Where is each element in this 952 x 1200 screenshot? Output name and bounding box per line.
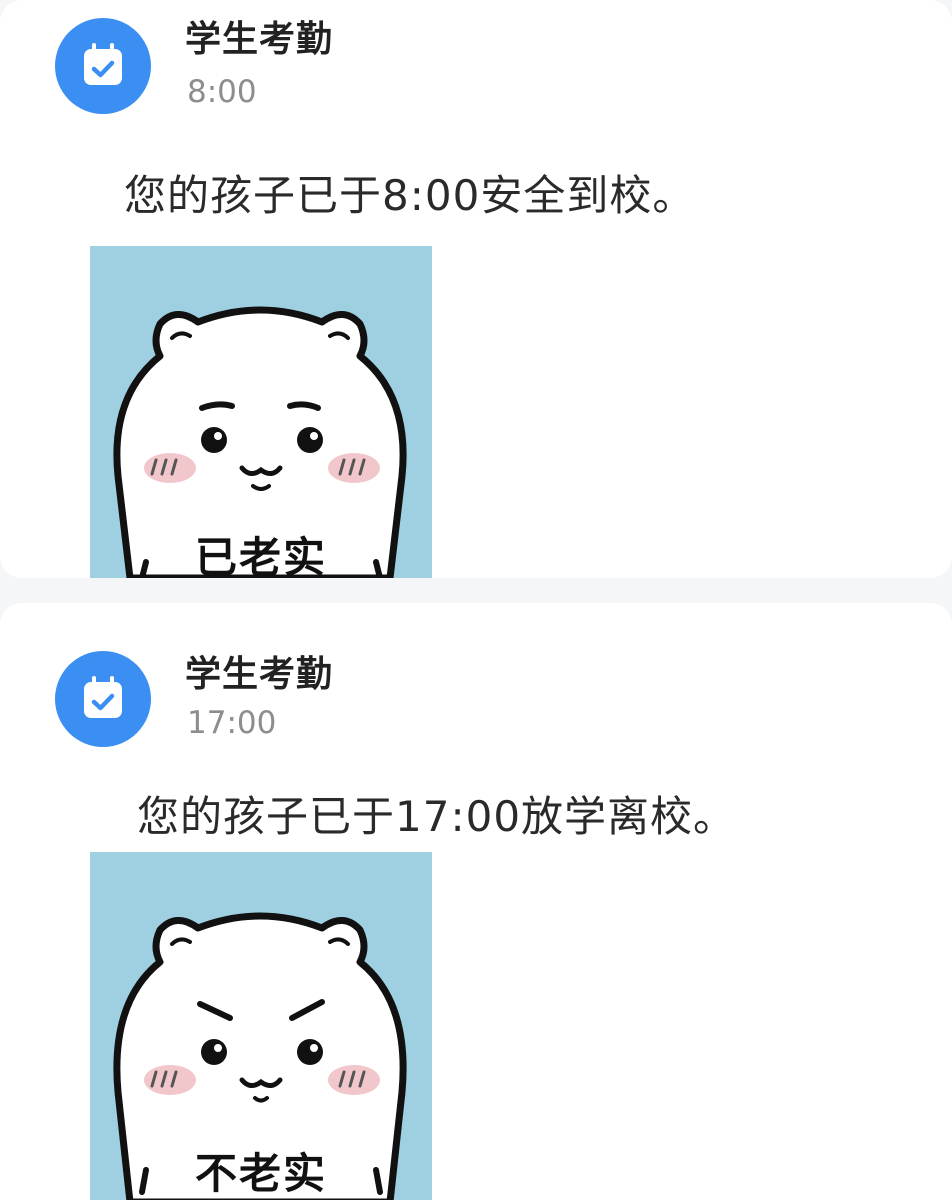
sticker-image[interactable]: 已老实 — [90, 246, 432, 578]
calendar-check-icon — [84, 676, 122, 718]
sender-avatar[interactable] — [55, 651, 151, 747]
message-card[interactable]: 学生考勤 8:00 您的孩子已于8:00安全到校。 已老实 — [0, 0, 952, 578]
sticker-image[interactable]: 不老实 — [90, 852, 432, 1200]
message-time: 17:00 — [187, 705, 277, 741]
sender-avatar[interactable] — [55, 18, 151, 114]
message-text: 您的孩子已于8:00安全到校。 — [124, 171, 696, 220]
message-feed: 学生考勤 8:00 您的孩子已于8:00安全到校。 已老实 学生考勤 17:00… — [0, 0, 952, 1200]
sticker-caption: 不老实 — [194, 1149, 327, 1198]
sender-name: 学生考勤 — [185, 19, 334, 60]
sticker-caption: 已老实 — [194, 533, 327, 578]
calendar-check-icon — [84, 43, 122, 85]
sender-name: 学生考勤 — [185, 654, 334, 695]
message-text: 您的孩子已于17:00放学离校。 — [137, 792, 737, 841]
message-card[interactable]: 学生考勤 17:00 您的孩子已于17:00放学离校。 不老实 — [0, 603, 952, 1200]
message-time: 8:00 — [187, 74, 257, 110]
